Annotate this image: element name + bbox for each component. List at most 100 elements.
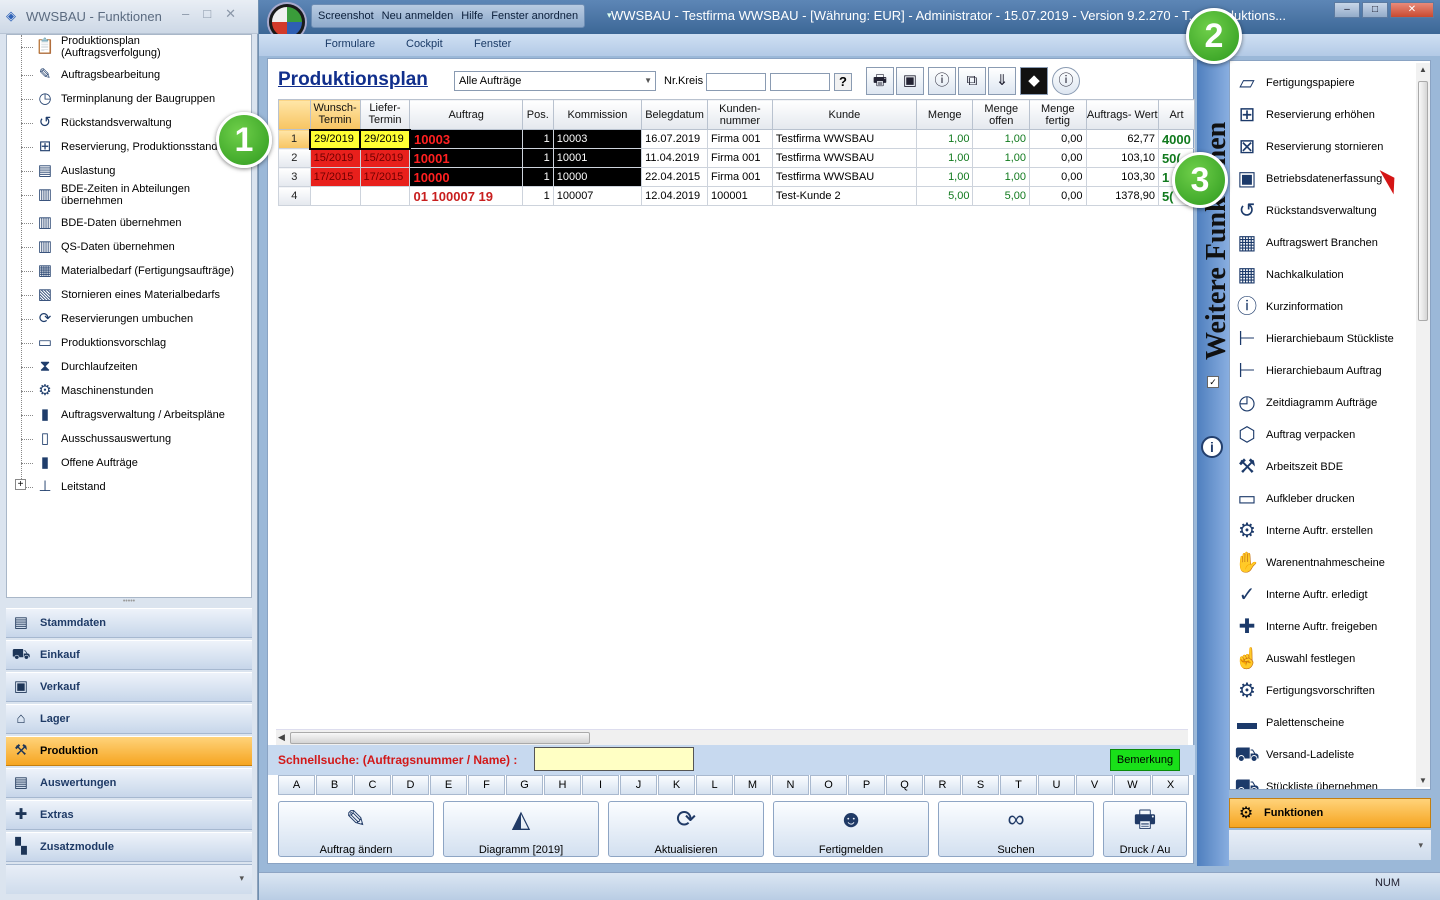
column-header[interactable]: Kunden-nummer bbox=[707, 99, 773, 130]
tree-item[interactable]: ▤ Auslastung bbox=[7, 159, 247, 183]
letter-l-button[interactable]: L bbox=[696, 775, 733, 795]
nav-zusatzmodule[interactable]: ▚ Zusatzmodule bbox=[6, 832, 252, 862]
action-button-2[interactable]: ⟳ Aktualisieren bbox=[608, 801, 764, 857]
function-item[interactable]: ▦ Nachkalkulation bbox=[1230, 259, 1416, 291]
sort-button[interactable]: ⇓ bbox=[988, 67, 1016, 95]
letter-g-button[interactable]: G bbox=[506, 775, 543, 795]
tree-item[interactable]: ◷ Terminplanung der Baugruppen bbox=[7, 87, 247, 111]
function-item[interactable]: ▬ Palettenscheine bbox=[1230, 707, 1416, 739]
tree-item[interactable]: ⧗ Durchlaufzeiten bbox=[7, 355, 247, 379]
letter-e-button[interactable]: E bbox=[430, 775, 467, 795]
action-button-1[interactable]: ◭ Diagramm [2019] bbox=[443, 801, 599, 857]
nav-extras[interactable]: ✚ Extras bbox=[6, 800, 252, 830]
tree-item[interactable]: ▦ Materialbedarf (Fertigungsaufträge) bbox=[7, 259, 247, 283]
expand-button[interactable]: ◆ bbox=[1020, 67, 1048, 95]
menu-screenshot[interactable]: Screenshot bbox=[318, 10, 374, 22]
tree-item[interactable]: ⚙ Maschinenstunden bbox=[7, 379, 247, 403]
column-header[interactable]: Belegdatum bbox=[641, 99, 709, 130]
letter-a-button[interactable]: A bbox=[278, 775, 315, 795]
nav-stammdaten[interactable]: ▤ Stammdaten bbox=[6, 608, 252, 638]
tree-item[interactable]: ✎ Auftragsbearbeitung bbox=[7, 63, 247, 87]
tree-item[interactable]: ▭ Produktionsvorschlag bbox=[7, 331, 247, 355]
function-item[interactable]: ⚙ Interne Auftr. erstellen bbox=[1230, 515, 1416, 547]
side-panel-checkbox[interactable]: ✓ bbox=[1207, 376, 1219, 388]
action-button-3[interactable]: ☻ Fertigmelden bbox=[773, 801, 929, 857]
letter-w-button[interactable]: W bbox=[1114, 775, 1151, 795]
functions-window-controls[interactable]: –□✕ bbox=[182, 6, 250, 22]
table-row[interactable]: 2 15/2019 15/2019 10001 1 10001 11.04.2019 Firm… bbox=[278, 148, 1196, 168]
function-item[interactable]: ✋ Warenentnahmescheine bbox=[1230, 547, 1416, 579]
tree-item[interactable]: ▥ BDE-Daten übernehmen bbox=[7, 211, 247, 235]
tab-fenster[interactable]: Fenster bbox=[474, 38, 511, 50]
letter-q-button[interactable]: Q bbox=[886, 775, 923, 795]
info-button[interactable]: ⓘ bbox=[1052, 67, 1080, 95]
menu-neu-anmelden[interactable]: Neu anmelden bbox=[382, 10, 454, 22]
function-item[interactable]: ⚙ Fertigungsvorschriften bbox=[1230, 675, 1416, 707]
column-header[interactable]: Menge offen bbox=[972, 99, 1030, 130]
function-item[interactable]: ▱ Fertigungspapiere bbox=[1230, 67, 1416, 99]
funktionen-tab[interactable]: ⚙ Funktionen bbox=[1229, 798, 1431, 828]
tree-item[interactable]: ▥ BDE-Zeiten in Abteilungen übernehmen bbox=[7, 183, 247, 207]
column-header[interactable]: Menge fertig bbox=[1029, 99, 1087, 130]
menu-fenster-anordnen[interactable]: Fenster anordnen bbox=[491, 10, 578, 22]
column-header[interactable]: Pos. bbox=[521, 99, 554, 130]
function-item[interactable]: ⊢ Hierarchiebaum Stückliste bbox=[1230, 323, 1416, 355]
column-header[interactable]: Auftrags- Wert bbox=[1085, 99, 1159, 130]
menu-hilfe[interactable]: Hilfe bbox=[461, 10, 483, 22]
function-item[interactable]: ⛟ Stückliste übernehmen bbox=[1230, 771, 1416, 789]
column-header[interactable]: Liefer-Termin bbox=[359, 99, 411, 130]
function-item[interactable]: ▭ Aufkleber drucken bbox=[1230, 483, 1416, 515]
letter-v-button[interactable]: V bbox=[1076, 775, 1113, 795]
column-header[interactable]: Wunsch-Termin bbox=[309, 99, 361, 130]
column-header[interactable]: Menge bbox=[915, 99, 974, 130]
print-button[interactable]: 🖶 bbox=[866, 67, 894, 95]
order-filter-select[interactable]: Alle Aufträge ▼ bbox=[454, 71, 656, 91]
table-row[interactable]: 4 01 100007 19 1 100007 12.04.2019 100001 Test… bbox=[278, 186, 1196, 206]
tree-item[interactable]: ↺ Rückstandsverwaltung bbox=[7, 111, 247, 135]
function-item[interactable]: ⬡ Auftrag verpacken bbox=[1230, 419, 1416, 451]
function-item[interactable]: ↺ Rückstandsverwaltung bbox=[1230, 195, 1416, 227]
letter-s-button[interactable]: S bbox=[962, 775, 999, 795]
panel-scrollbar[interactable]: ▲ ▼ bbox=[1416, 63, 1430, 787]
letter-c-button[interactable]: C bbox=[354, 775, 391, 795]
restore-button[interactable]: □ bbox=[1362, 2, 1388, 18]
scroll-up-icon[interactable]: ▲ bbox=[1419, 65, 1427, 74]
nav-verkauf[interactable]: ▣ Verkauf bbox=[6, 672, 252, 702]
function-item[interactable]: ▦ Auftragswert Branchen bbox=[1230, 227, 1416, 259]
column-header[interactable]: Kunde bbox=[771, 99, 917, 130]
nav-lager[interactable]: ⌂ Lager bbox=[6, 704, 252, 734]
function-item[interactable]: ⊢ Hierarchiebaum Auftrag bbox=[1230, 355, 1416, 387]
letter-j-button[interactable]: J bbox=[620, 775, 657, 795]
nrkreis-from-input[interactable] bbox=[706, 73, 766, 91]
screen-button[interactable]: ▣ bbox=[896, 67, 924, 95]
scroll-down-icon[interactable]: ▼ bbox=[1419, 776, 1427, 785]
nrkreis-to-input[interactable] bbox=[770, 73, 830, 91]
splitter-handle[interactable]: ••••• bbox=[6, 598, 252, 606]
table-row[interactable]: 3 17/2015 17/2015 10000 1 10000 22.04.2015 Firm… bbox=[278, 167, 1196, 187]
letter-m-button[interactable]: M bbox=[734, 775, 771, 795]
minimize-button[interactable]: – bbox=[1334, 2, 1360, 18]
help-button[interactable]: ? bbox=[834, 73, 852, 91]
column-header[interactable]: Auftrag bbox=[409, 99, 523, 130]
close-button[interactable]: ✕ bbox=[1390, 2, 1434, 18]
function-item[interactable]: ☝ Auswahl festlegen bbox=[1230, 643, 1416, 675]
letter-o-button[interactable]: O bbox=[810, 775, 847, 795]
function-item[interactable]: ⓘ Kurzinformation bbox=[1230, 291, 1416, 323]
copy-button[interactable]: ⧉ bbox=[958, 67, 986, 95]
function-item[interactable]: ⚒ Arbeitszeit BDE bbox=[1230, 451, 1416, 483]
tree-item[interactable]: ▮ Auftragsverwaltung / Arbeitspläne bbox=[7, 403, 247, 427]
letter-f-button[interactable]: F bbox=[468, 775, 505, 795]
letter-p-button[interactable]: P bbox=[848, 775, 885, 795]
letter-h-button[interactable]: H bbox=[544, 775, 581, 795]
tree-item[interactable]: ⊞ Reservierung, Produktionsstand bbox=[7, 135, 247, 159]
action-button-0[interactable]: ✎ Auftrag ändern bbox=[278, 801, 434, 857]
scrollbar-thumb[interactable] bbox=[290, 732, 590, 744]
function-item[interactable]: ✓ Interne Auftr. erledigt bbox=[1230, 579, 1416, 611]
letter-n-button[interactable]: N bbox=[772, 775, 809, 795]
tree-item[interactable]: ⟳ Reservierungen umbuchen bbox=[7, 307, 247, 331]
expand-icon[interactable]: + bbox=[15, 479, 26, 490]
scroll-left-icon[interactable]: ◀ bbox=[278, 732, 285, 743]
letter-u-button[interactable]: U bbox=[1038, 775, 1075, 795]
tab-formulare[interactable]: Formulare bbox=[325, 38, 375, 50]
function-item[interactable]: ✚ Interne Auftr. freigeben bbox=[1230, 611, 1416, 643]
